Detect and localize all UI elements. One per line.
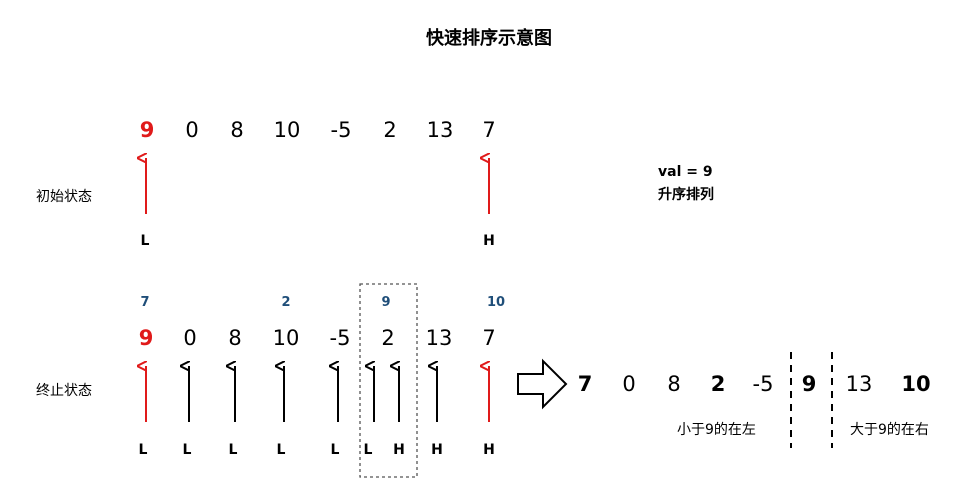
transform-arrow-icon <box>517 358 568 410</box>
diagram-graphics <box>0 0 833 478</box>
highlight-box <box>359 283 418 478</box>
